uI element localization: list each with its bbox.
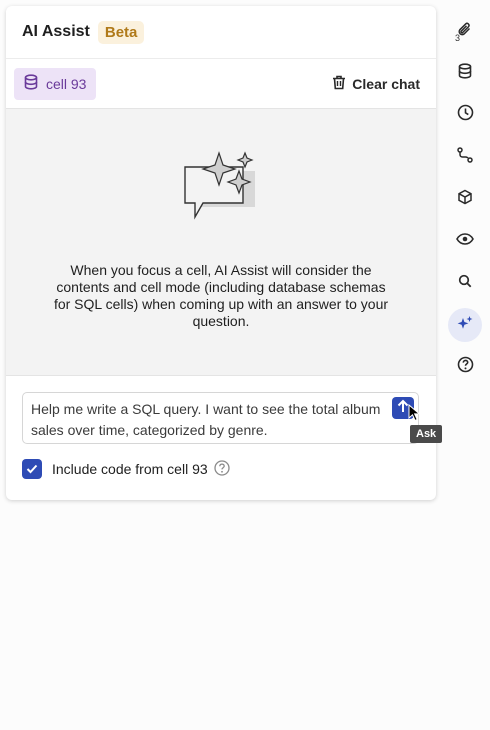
- trash-icon: [332, 75, 346, 93]
- package-icon: [457, 189, 473, 210]
- sparkles-icon: [457, 315, 473, 336]
- cell-chip-label: cell 93: [46, 75, 87, 92]
- right-sidebar: 3: [448, 14, 482, 392]
- attachments-count: 3: [455, 33, 461, 43]
- send-tooltip: Ask: [410, 425, 443, 443]
- panel-toolbar: cell 93 Clear chat: [6, 59, 436, 109]
- rail-search[interactable]: [448, 266, 482, 300]
- mouse-cursor-icon: [408, 403, 421, 427]
- git-branch-icon: [457, 146, 473, 168]
- include-code-checkbox[interactable]: [22, 459, 42, 479]
- beta-badge: Beta: [97, 20, 145, 44]
- rail-ai-assist[interactable]: [448, 308, 482, 342]
- clear-chat-button[interactable]: Clear chat: [332, 75, 428, 93]
- rail-data-sources[interactable]: [448, 56, 482, 90]
- history-clock-icon: [457, 104, 474, 126]
- panel-title: AI Assist: [22, 23, 90, 40]
- rail-packages[interactable]: [448, 182, 482, 216]
- ai-assist-panel: AI Assist Beta cell 93 Clear chat When y…: [6, 6, 436, 500]
- rail-graph[interactable]: [448, 140, 482, 174]
- help-icon: [457, 356, 474, 378]
- checkmark-icon: [26, 464, 38, 474]
- panel-header: AI Assist Beta: [6, 6, 436, 59]
- chat-sparkles-illustration: [183, 151, 259, 226]
- rail-attachments[interactable]: 3: [448, 14, 482, 48]
- clear-chat-label: Clear chat: [352, 75, 420, 92]
- prompt-input[interactable]: Help me write a SQL query. I want to see…: [22, 392, 419, 444]
- cell-chip[interactable]: cell 93: [14, 67, 97, 100]
- database-icon: [458, 62, 472, 84]
- empty-state: When you focus a cell, AI Assist will co…: [6, 109, 436, 376]
- eye-icon: [456, 232, 474, 250]
- help-icon[interactable]: [213, 459, 230, 479]
- empty-state-message: When you focus a cell, AI Assist will co…: [53, 262, 389, 329]
- search-icon: [458, 274, 472, 293]
- include-code-option[interactable]: Include code from cell 93: [22, 459, 230, 479]
- database-icon: [24, 74, 38, 93]
- rail-history[interactable]: [448, 98, 482, 132]
- include-code-label: Include code from cell 93: [52, 461, 208, 477]
- rail-help[interactable]: [448, 350, 482, 384]
- rail-watch[interactable]: [448, 224, 482, 258]
- prompt-text[interactable]: Help me write a SQL query. I want to see…: [31, 399, 381, 441]
